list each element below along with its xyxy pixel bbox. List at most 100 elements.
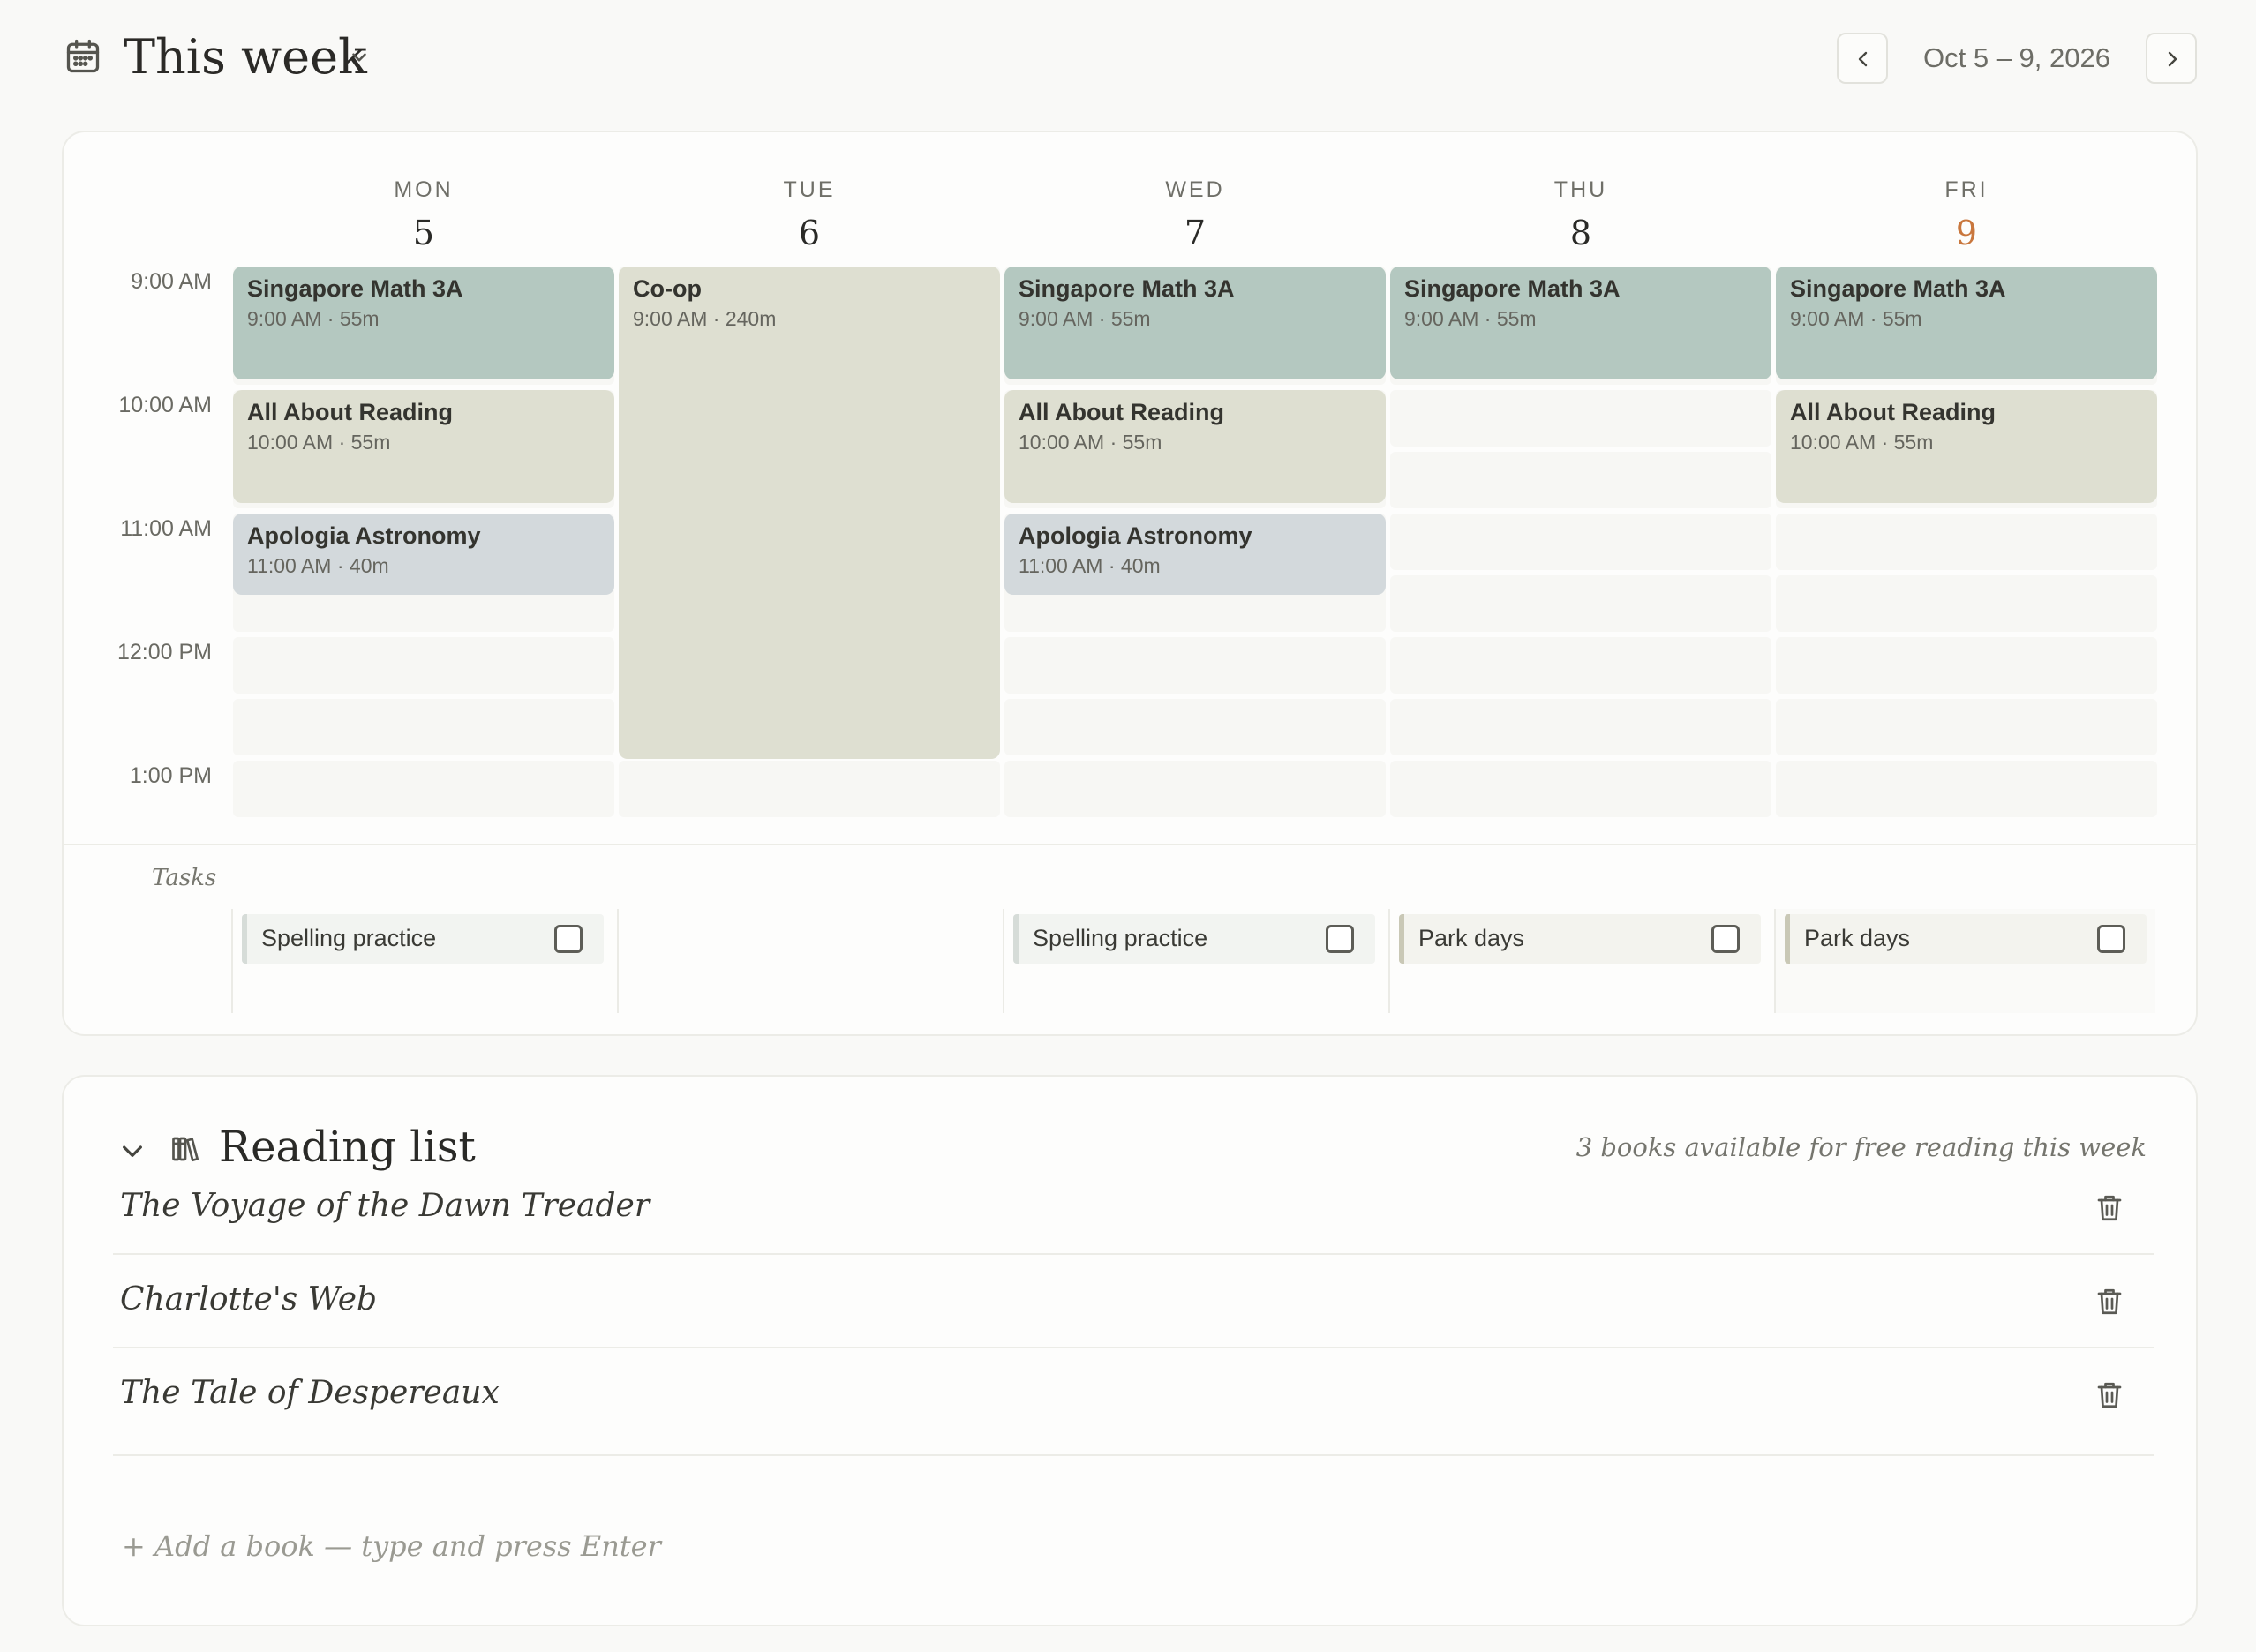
tasks-column-tue [617, 909, 998, 1013]
event-co-op[interactable]: Co-op 9:00 AM · 240m [619, 267, 1000, 759]
event-all-about-reading[interactable]: All About Reading 10:00 AM · 55m [1004, 390, 1386, 503]
time-slot[interactable] [1776, 699, 2157, 755]
next-week-button[interactable] [2146, 33, 2197, 84]
event-title: Singapore Math 3A [1790, 275, 2006, 302]
day-header-fri: FRI 9 [1776, 175, 2157, 258]
task-item[interactable]: Spelling practice [1013, 914, 1375, 964]
event-singapore-math[interactable]: Singapore Math 3A 9:00 AM · 55m [1004, 267, 1386, 379]
time-slot[interactable] [1776, 761, 2157, 817]
book-row: The Voyage of the Dawn Treader [113, 1161, 2154, 1255]
time-slot[interactable] [1390, 761, 1771, 817]
tasks-column-thu: Park days [1388, 909, 1770, 1013]
reading-list: Reading list 3 books available for free … [62, 1075, 2198, 1626]
books-icon [172, 1137, 199, 1162]
tasks-column-mon: Spelling practice [231, 909, 613, 1013]
time-label: 12:00 PM [117, 640, 212, 665]
event-time: 9:00 AM · 240m [633, 307, 777, 330]
time-slot[interactable] [1004, 699, 1386, 755]
tasks-column-wed: Spelling practice [1003, 909, 1384, 1013]
event-title: All About Reading [1790, 399, 1996, 425]
date-range: Oct 5 – 9, 2026 [1923, 42, 2110, 73]
tasks-column-fri: Park days [1774, 909, 2155, 1013]
day-number: 6 [798, 214, 821, 252]
time-slot[interactable] [233, 761, 614, 817]
day-name: TUE [783, 177, 836, 202]
day-name: MON [394, 177, 454, 202]
day-name: WED [1165, 177, 1225, 202]
event-singapore-math[interactable]: Singapore Math 3A 9:00 AM · 55m [233, 267, 614, 379]
day-number: 5 [412, 214, 435, 252]
trash-icon[interactable] [2094, 1378, 2125, 1412]
event-singapore-math[interactable]: Singapore Math 3A 9:00 AM · 55m [1776, 267, 2157, 379]
task-item[interactable]: Park days [1785, 914, 2147, 964]
event-time: 11:00 AM · 40m [1019, 554, 1161, 577]
book-title: The Tale of Despereaux [120, 1375, 500, 1411]
time-slot[interactable] [1776, 514, 2157, 570]
chevron-right-icon [2168, 51, 2177, 67]
event-title: Apologia Astronomy [1019, 522, 1252, 549]
task-label: Spelling practice [1033, 925, 1208, 951]
day-name: FRI [1944, 177, 1989, 202]
page-header: This week Oct 5 – 9, 2026 [0, 0, 2256, 115]
event-apologia-astronomy[interactable]: Apologia Astronomy 11:00 AM · 40m [233, 514, 614, 595]
time-slot[interactable] [233, 637, 614, 694]
task-label: Spelling practice [261, 925, 437, 951]
previous-week-button[interactable] [1837, 33, 1888, 84]
chevron-left-icon [1858, 51, 1868, 67]
time-slot[interactable] [1390, 575, 1771, 632]
time-slot[interactable] [1004, 637, 1386, 694]
time-slot[interactable] [1004, 761, 1386, 817]
day-header-tue: TUE 6 [619, 175, 1000, 258]
time-label: 1:00 PM [129, 763, 212, 788]
day-number: 7 [1184, 214, 1207, 252]
event-time: 9:00 AM · 55m [247, 307, 380, 330]
book-row: Charlotte's Web [113, 1255, 2154, 1348]
event-singapore-math[interactable]: Singapore Math 3A 9:00 AM · 55m [1390, 267, 1771, 379]
task-checkbox[interactable] [554, 925, 583, 953]
time-slot[interactable] [1390, 514, 1771, 570]
event-title: Singapore Math 3A [1019, 275, 1235, 302]
time-slot[interactable] [233, 699, 614, 755]
event-all-about-reading[interactable]: All About Reading 10:00 AM · 55m [233, 390, 614, 503]
divider [64, 844, 2196, 845]
task-checkbox[interactable] [1711, 925, 1740, 953]
event-time: 9:00 AM · 55m [1404, 307, 1537, 330]
trash-icon[interactable] [2094, 1191, 2125, 1225]
book-row: The Tale of Despereaux [113, 1348, 2154, 1456]
week-calendar: MON 5 TUE 6 WED 7 THU 8 FRI 9 9:00 AM 10… [62, 131, 2198, 1036]
event-title: Co-op [633, 275, 702, 302]
time-slot[interactable] [1390, 390, 1771, 447]
time-slot[interactable] [1390, 637, 1771, 694]
day-number-today: 9 [1955, 214, 1978, 252]
tasks-label: Tasks [152, 865, 217, 891]
task-checkbox[interactable] [2097, 925, 2125, 953]
time-slot[interactable] [1776, 575, 2157, 632]
event-time: 10:00 AM · 55m [1019, 431, 1162, 454]
day-header-wed: WED 7 [1004, 175, 1386, 258]
day-header-thu: THU 8 [1390, 175, 1771, 258]
time-slot[interactable] [1776, 637, 2157, 694]
reading-list-note: 3 books available for free reading this … [1575, 1132, 2147, 1162]
trash-icon[interactable] [2094, 1285, 2125, 1318]
add-book-input[interactable]: + Add a book — type and press Enter [122, 1527, 661, 1566]
chevron-down-icon[interactable] [348, 46, 371, 69]
task-item[interactable]: Park days [1399, 914, 1761, 964]
calendar-icon [66, 39, 100, 73]
task-checkbox[interactable] [1326, 925, 1354, 953]
event-all-about-reading[interactable]: All About Reading 10:00 AM · 55m [1776, 390, 2157, 503]
event-time: 11:00 AM · 40m [247, 554, 389, 577]
page-title: This week [124, 29, 367, 85]
event-title: Singapore Math 3A [247, 275, 463, 302]
event-time: 9:00 AM · 55m [1790, 307, 1922, 330]
event-apologia-astronomy[interactable]: Apologia Astronomy 11:00 AM · 40m [1004, 514, 1386, 595]
event-time: 10:00 AM · 55m [1790, 431, 1934, 454]
time-label: 11:00 AM [120, 516, 212, 541]
book-title: The Voyage of the Dawn Treader [120, 1188, 650, 1224]
day-name: THU [1553, 177, 1608, 202]
task-item[interactable]: Spelling practice [242, 914, 604, 964]
time-label: 9:00 AM [131, 269, 212, 294]
time-slot[interactable] [1390, 452, 1771, 508]
time-slot[interactable] [1390, 699, 1771, 755]
book-title: Charlotte's Web [120, 1281, 378, 1318]
time-slot[interactable] [619, 761, 1000, 817]
